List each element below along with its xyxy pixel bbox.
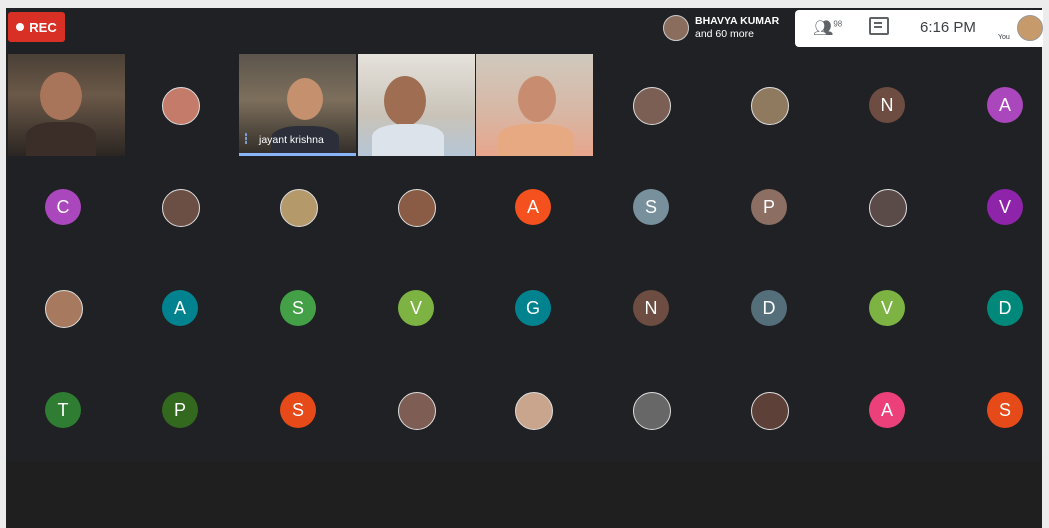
participant-initial-avatar[interactable]: P bbox=[162, 392, 198, 428]
participant-video-speaking[interactable]: ┇ jayant krishna bbox=[239, 54, 356, 156]
participant-initial: P bbox=[762, 196, 775, 217]
presenter-avatar bbox=[663, 15, 689, 41]
people-count: 98 bbox=[833, 19, 843, 29]
participant-initial: A bbox=[880, 399, 893, 420]
participant-initial-avatar[interactable]: V bbox=[398, 290, 434, 326]
participant-initial: S bbox=[291, 399, 304, 420]
participant-initial-avatar[interactable]: A bbox=[515, 189, 551, 225]
chat-icon[interactable] bbox=[869, 17, 889, 35]
participant-photo-avatar[interactable] bbox=[633, 392, 671, 430]
participant-initial-avatar[interactable]: D bbox=[751, 290, 787, 326]
participant-photo-avatar[interactable] bbox=[45, 290, 83, 328]
self-avatar[interactable] bbox=[1017, 15, 1043, 41]
participant-initial-avatar[interactable]: S bbox=[633, 189, 669, 225]
participant-initial: D bbox=[998, 297, 1012, 318]
participant-initial: C bbox=[56, 196, 70, 217]
participant-initial-avatar[interactable]: P bbox=[751, 189, 787, 225]
participant-photo-avatar[interactable] bbox=[162, 189, 200, 227]
participant-initial-avatar[interactable]: T bbox=[45, 392, 81, 428]
rec-label: REC bbox=[29, 19, 57, 35]
participant-video[interactable] bbox=[358, 54, 475, 156]
participant-initial-avatar[interactable]: N bbox=[633, 290, 669, 326]
speaking-icon: ┇ bbox=[243, 134, 250, 145]
participant-initial: N bbox=[644, 297, 658, 318]
people-button[interactable]: 👥︎98 bbox=[813, 18, 842, 38]
participant-initial-avatar[interactable]: N bbox=[869, 87, 905, 123]
participant-photo-avatar[interactable] bbox=[398, 189, 436, 227]
participant-photo-avatar[interactable] bbox=[162, 87, 200, 125]
bottom-bar bbox=[6, 461, 1042, 528]
participant-initial: N bbox=[880, 94, 894, 115]
participant-photo-avatar[interactable] bbox=[869, 189, 907, 227]
window-frame-left bbox=[0, 0, 6, 528]
presenter-others: and 60 more bbox=[695, 28, 754, 40]
participant-photo-avatar[interactable] bbox=[633, 87, 671, 125]
participant-initial-avatar[interactable]: S bbox=[987, 392, 1023, 428]
participant-initial: S bbox=[291, 297, 304, 318]
participant-initial: T bbox=[57, 399, 69, 420]
participant-face bbox=[518, 76, 556, 122]
participant-video[interactable] bbox=[476, 54, 593, 156]
participant-initial-avatar[interactable]: D bbox=[987, 290, 1023, 326]
participant-initial-avatar[interactable]: V bbox=[987, 189, 1023, 225]
participant-photo-avatar[interactable] bbox=[751, 87, 789, 125]
meeting-time: 6:16 PM bbox=[920, 19, 976, 36]
presenter-name: BHAVYA KUMAR bbox=[695, 15, 780, 27]
participant-body bbox=[26, 122, 96, 156]
participant-initial: A bbox=[526, 196, 539, 217]
participant-photo-avatar[interactable] bbox=[280, 189, 318, 227]
speaking-indicator-bar bbox=[239, 153, 356, 156]
participant-photo-avatar[interactable] bbox=[751, 392, 789, 430]
participant-initial: V bbox=[409, 297, 422, 318]
participant-initial: S bbox=[998, 399, 1011, 420]
participant-face bbox=[287, 78, 323, 120]
participant-initial-avatar[interactable]: C bbox=[45, 189, 81, 225]
presenter-info[interactable]: BHAVYA KUMAR and 60 more bbox=[663, 10, 791, 46]
recording-indicator: REC bbox=[8, 12, 65, 42]
participant-initial: D bbox=[762, 297, 776, 318]
participant-initial-avatar[interactable]: A bbox=[869, 392, 905, 428]
record-dot-icon bbox=[16, 23, 25, 31]
participant-initial-avatar[interactable]: S bbox=[280, 392, 316, 428]
participant-initial: V bbox=[998, 196, 1011, 217]
participant-initial: G bbox=[525, 297, 540, 318]
participant-initial: A bbox=[998, 94, 1011, 115]
participant-initial-avatar[interactable]: V bbox=[869, 290, 905, 326]
participant-initial-avatar[interactable]: G bbox=[515, 290, 551, 326]
participant-initial: V bbox=[880, 297, 893, 318]
participant-face bbox=[40, 72, 82, 120]
window-frame-top bbox=[0, 0, 1049, 8]
participant-photo-avatar[interactable] bbox=[398, 392, 436, 430]
you-label: You bbox=[998, 34, 1010, 41]
participant-initial: P bbox=[173, 399, 186, 420]
window-frame-right bbox=[1042, 0, 1049, 528]
participant-photo-avatar[interactable] bbox=[515, 392, 553, 430]
participant-initial-avatar[interactable]: S bbox=[280, 290, 316, 326]
participant-initial-avatar[interactable]: A bbox=[162, 290, 198, 326]
participant-initial: S bbox=[644, 196, 657, 217]
participant-face bbox=[384, 76, 426, 126]
meeting-controls-panel: 👥︎98 6:16 PM You bbox=[795, 10, 1043, 47]
participant-video[interactable] bbox=[8, 54, 125, 156]
participant-label: ┇ jayant krishna bbox=[243, 134, 324, 146]
participant-body bbox=[498, 124, 574, 156]
participant-name: jayant krishna bbox=[259, 134, 324, 146]
participant-initial-avatar[interactable]: A bbox=[987, 87, 1023, 123]
participant-initial: A bbox=[173, 297, 186, 318]
participant-body bbox=[372, 124, 444, 156]
